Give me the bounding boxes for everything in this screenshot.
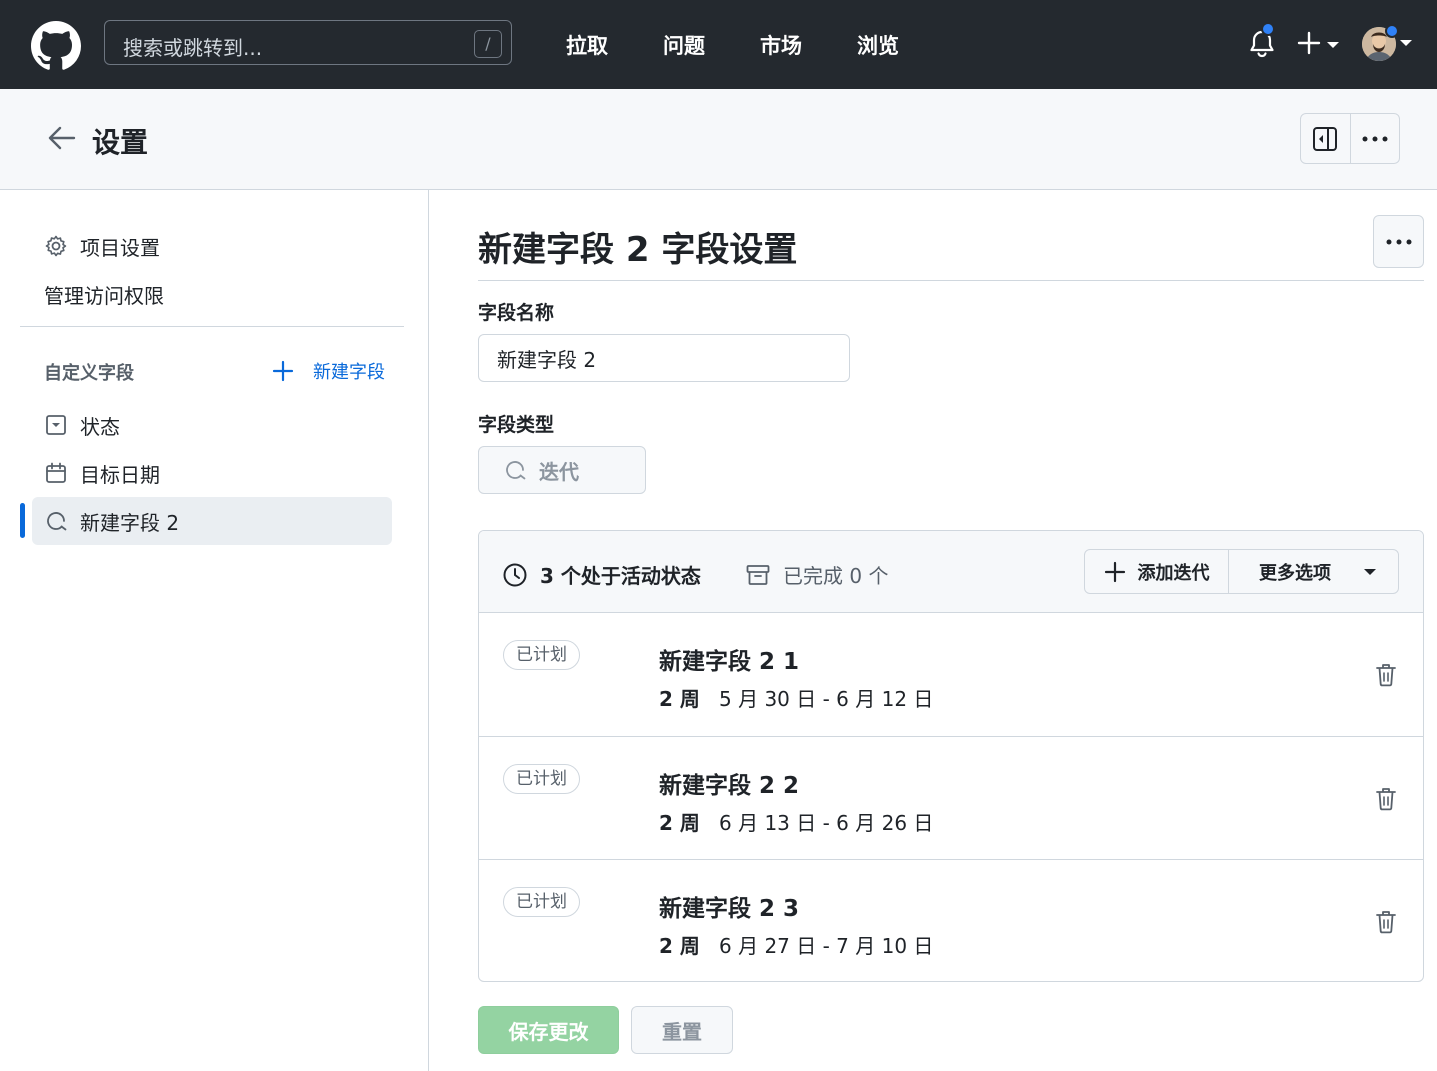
- field-name-label: 字段名称: [478, 302, 555, 324]
- clock-icon: [503, 563, 527, 586]
- more-options-button[interactable]: [1349, 114, 1400, 163]
- settings-header: 设置: [0, 89, 1437, 190]
- completed-iterations-tab[interactable]: 已完成 0 个: [745, 560, 888, 589]
- completed-iterations-count: 已完成 0 个: [783, 564, 889, 588]
- active-item-indicator: [20, 503, 25, 538]
- calendar-icon: [44, 461, 68, 485]
- new-field-button[interactable]: 新建字段: [271, 358, 385, 384]
- header-button-group: [1300, 113, 1400, 164]
- single-select-icon: [44, 413, 68, 437]
- iteration-name[interactable]: 新建字段 2 3: [659, 889, 799, 923]
- iteration-dates[interactable]: 5 月 30 日 - 6 月 12 日: [719, 683, 933, 712]
- search-placeholder: 搜索或跳转到...: [123, 36, 263, 60]
- iteration-status-badge: 已计划: [503, 887, 580, 917]
- triangle-down-icon: [1364, 568, 1376, 575]
- page-title: 设置: [92, 126, 149, 159]
- sidebar-item-manage-access[interactable]: 管理访问权限: [32, 270, 392, 318]
- iterations-panel-header: 3 个处于活动状态 已完成 0 个 添加迭代 更多选项: [479, 531, 1423, 613]
- search-shortcut-key: /: [474, 30, 502, 58]
- avatar-status-indicator: [1385, 24, 1399, 38]
- notification-indicator: [1261, 22, 1275, 36]
- nav-link-pulls[interactable]: 拉取: [566, 30, 608, 60]
- field-type-label: 字段类型: [478, 414, 555, 436]
- iteration-duration: 2 周: [659, 934, 700, 958]
- trash-icon[interactable]: [1375, 786, 1397, 812]
- search-input[interactable]: 搜索或跳转到... /: [104, 20, 512, 65]
- nav-link-marketplace[interactable]: 市场: [760, 30, 802, 60]
- field-name-input[interactable]: [478, 334, 850, 382]
- field-options-button[interactable]: [1373, 215, 1424, 268]
- iteration-dates[interactable]: 6 月 13 日 - 6 月 26 日: [719, 807, 933, 836]
- iteration-duration: 2 周: [659, 687, 700, 711]
- add-iteration-label: 添加迭代: [1137, 562, 1210, 584]
- chevron-down-icon[interactable]: [1400, 38, 1412, 48]
- new-field-label: 新建字段: [313, 362, 385, 383]
- sidebar-item-label: 状态: [80, 414, 120, 439]
- settings-sidebar: 项目设置 管理访问权限 自定义字段 新建字段 状态 目标日期 新建字段 2: [0, 190, 429, 1071]
- kebab-horizontal-icon: [1362, 136, 1388, 141]
- sidebar-item-project-settings[interactable]: 项目设置: [32, 222, 392, 270]
- github-logo-icon[interactable]: [31, 21, 81, 71]
- iteration-dates[interactable]: 6 月 27 日 - 7 月 10 日: [719, 930, 933, 959]
- archive-icon: [746, 564, 770, 585]
- back-arrow-icon[interactable]: [46, 124, 78, 152]
- sidebar-divider: [20, 326, 404, 327]
- iteration-icon: [506, 461, 526, 480]
- save-changes-button[interactable]: 保存更改: [478, 1006, 619, 1054]
- sidebar-item-label: 新建字段 2: [80, 510, 180, 535]
- sidebar-item-label: 目标日期: [80, 462, 160, 487]
- title-divider: [478, 280, 1424, 281]
- top-navigation-bar: 搜索或跳转到... / 拉取 问题 市场 浏览: [0, 0, 1437, 89]
- iterations-panel: 3 个处于活动状态 已完成 0 个 添加迭代 更多选项 已计划 新建字段 2 1…: [478, 530, 1424, 982]
- side-panel-icon: [1313, 126, 1338, 151]
- sidebar-item-new-field-2[interactable]: 新建字段 2: [32, 497, 392, 545]
- iteration-name[interactable]: 新建字段 2 1: [659, 642, 799, 676]
- trash-icon[interactable]: [1375, 662, 1397, 688]
- trash-icon[interactable]: [1375, 909, 1397, 935]
- active-iterations-tab[interactable]: 3 个处于活动状态: [502, 560, 701, 589]
- plus-icon: [1104, 561, 1125, 582]
- sidebar-item-label: 管理访问权限: [44, 283, 164, 308]
- nav-link-explore[interactable]: 浏览: [857, 30, 899, 60]
- more-options-dropdown[interactable]: 更多选项: [1229, 550, 1398, 593]
- create-new-menu-icon[interactable]: [1297, 30, 1343, 58]
- field-type-value: 迭代: [539, 459, 579, 484]
- more-options-label: 更多选项: [1259, 562, 1331, 584]
- iteration-icon: [44, 509, 68, 533]
- field-settings-title: 新建字段 2 字段设置: [478, 230, 798, 270]
- kebab-horizontal-icon: [1386, 239, 1411, 244]
- iteration-row: 已计划 新建字段 2 2 2 周 6 月 13 日 - 6 月 26 日: [479, 736, 1423, 859]
- iteration-status-badge: 已计划: [503, 640, 580, 670]
- iteration-actions-group: 添加迭代 更多选项: [1084, 549, 1399, 594]
- gear-icon: [44, 234, 68, 258]
- add-iteration-button[interactable]: 添加迭代: [1085, 550, 1229, 593]
- toggle-side-panel-button[interactable]: [1301, 114, 1350, 163]
- sidebar-item-label: 项目设置: [80, 235, 160, 260]
- sidebar-item-status[interactable]: 状态: [32, 401, 392, 449]
- iteration-row: 已计划 新建字段 2 3 2 周 6 月 27 日 - 7 月 10 日: [479, 859, 1423, 981]
- sidebar-item-target-date[interactable]: 目标日期: [32, 449, 392, 497]
- reset-button[interactable]: 重置: [631, 1006, 733, 1054]
- iteration-row: 已计划 新建字段 2 1 2 周 5 月 30 日 - 6 月 12 日: [479, 613, 1423, 736]
- field-type-select[interactable]: 迭代: [478, 446, 646, 494]
- plus-icon: [272, 360, 294, 382]
- custom-fields-heading: 自定义字段: [44, 363, 134, 384]
- active-iterations-count: 3 个处于活动状态: [540, 564, 701, 588]
- iteration-name[interactable]: 新建字段 2 2: [659, 766, 799, 800]
- iteration-status-badge: 已计划: [503, 764, 580, 794]
- nav-link-issues[interactable]: 问题: [663, 30, 705, 60]
- iteration-duration: 2 周: [659, 811, 700, 835]
